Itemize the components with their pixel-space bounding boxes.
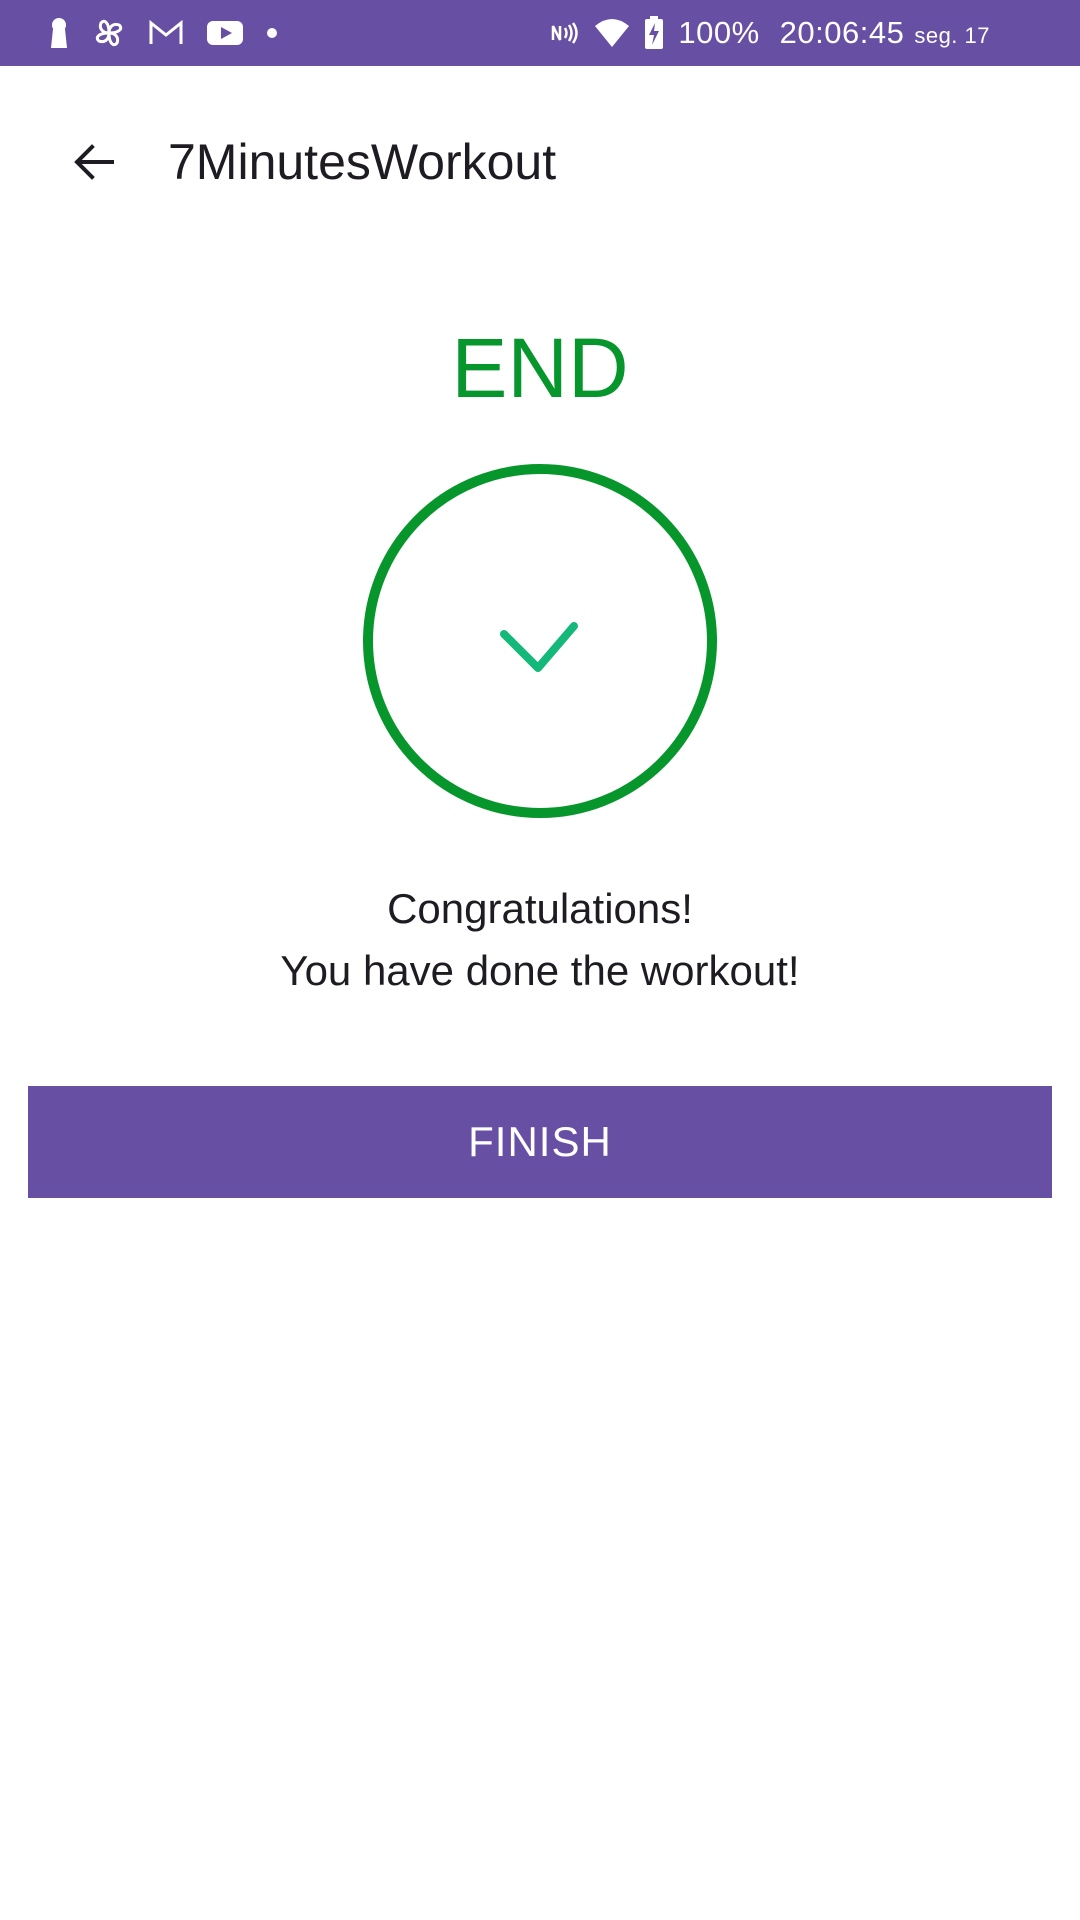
completion-badge [362, 463, 718, 819]
gmail-icon [148, 19, 184, 47]
pinwheel-icon [92, 16, 126, 50]
dot-icon [266, 27, 278, 39]
date: seg. 17 [914, 23, 990, 48]
arrow-back-icon [74, 144, 114, 180]
keyhole-icon [48, 17, 70, 49]
finish-button[interactable]: FINISH [28, 1086, 1052, 1198]
status-notification-icons [48, 0, 278, 66]
checkmark-icon [500, 622, 578, 672]
youtube-icon [206, 19, 244, 47]
back-button[interactable] [64, 132, 124, 192]
end-title: END [451, 321, 629, 415]
clock: 20:06:45 [779, 15, 905, 50]
app-bar: 7MinutesWorkout [0, 66, 1080, 256]
message-line-2: You have done the workout! [280, 947, 800, 994]
battery-charging-icon [644, 16, 664, 50]
battery-percentage: 100% [678, 15, 760, 50]
wifi-icon [594, 18, 630, 48]
status-bar: 100% 20:06:45 seg. 17 [0, 0, 1080, 66]
status-system-indicators: 100% 20:06:45 seg. 17 [550, 0, 990, 66]
congratulations-message: Congratulations! You have done the worko… [0, 878, 1080, 1002]
app-title: 7MinutesWorkout [168, 134, 557, 190]
nfc-icon [550, 22, 580, 44]
completion-circle [363, 464, 717, 818]
message-line-1: Congratulations! [387, 885, 693, 932]
